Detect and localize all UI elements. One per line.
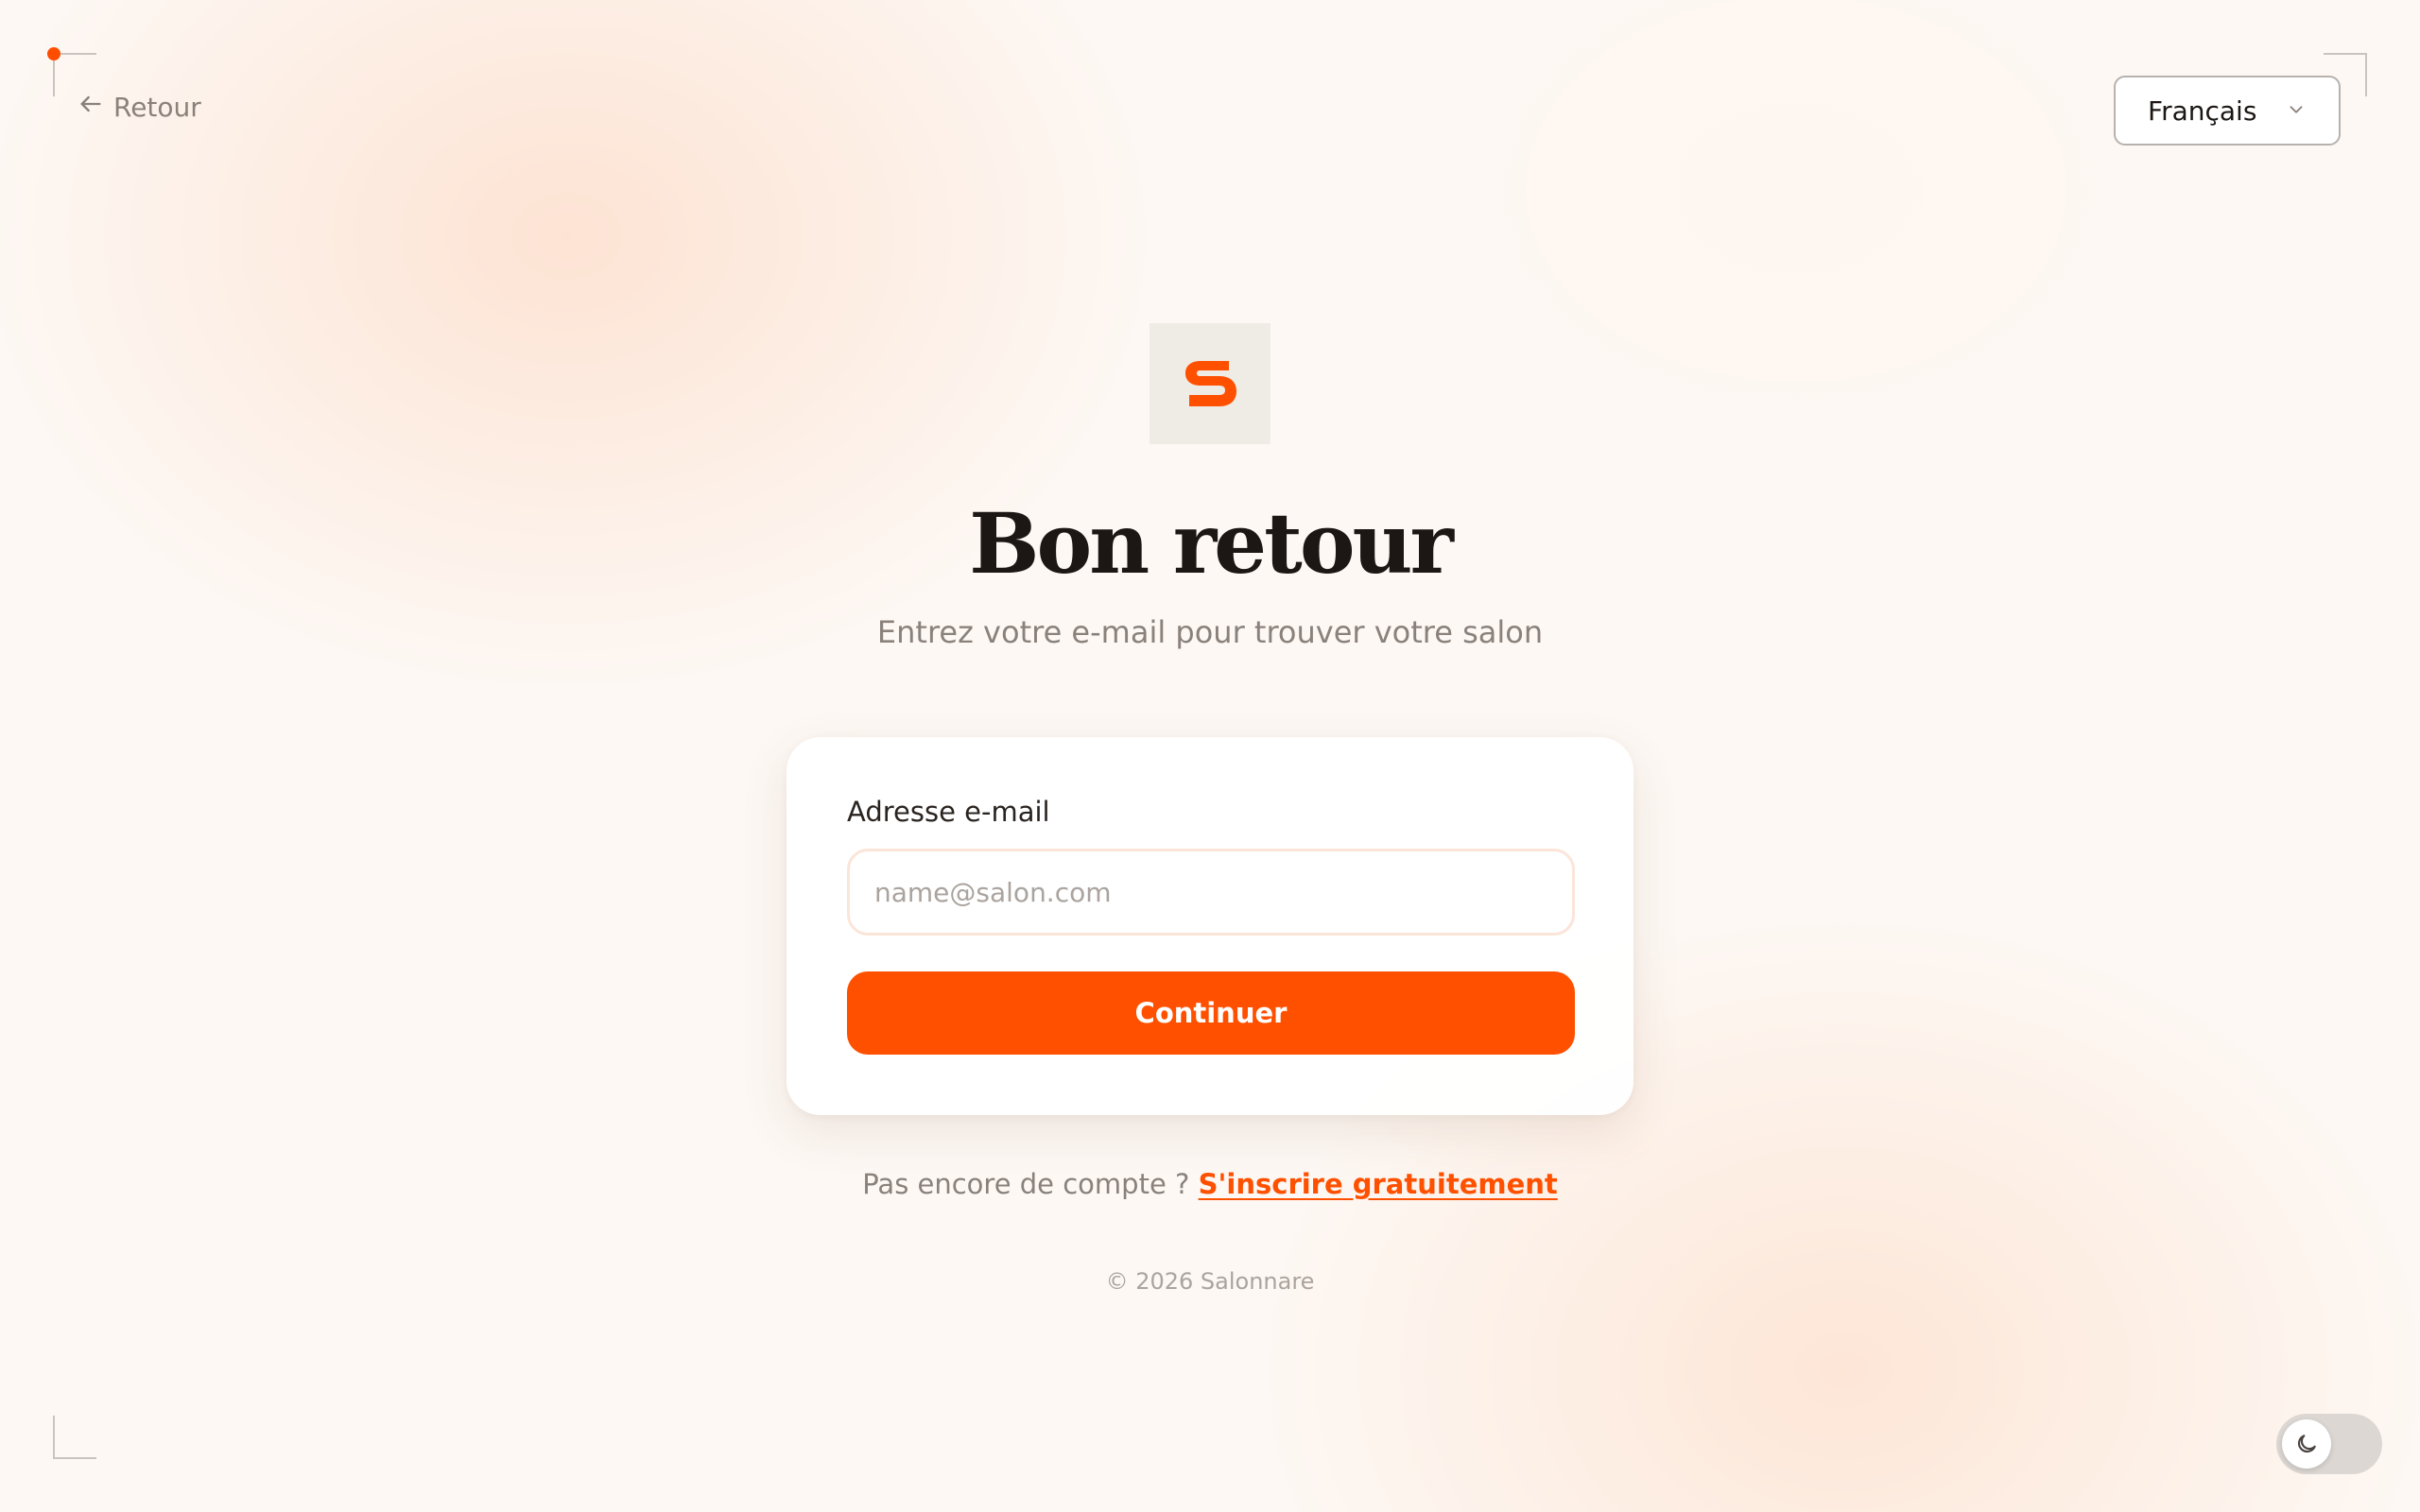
moon-icon <box>2297 1435 2316 1453</box>
brand-logo <box>1150 323 1270 444</box>
corner-accent-dot <box>47 47 60 60</box>
signup-link[interactable]: S'inscrire gratuitement <box>1199 1168 1558 1200</box>
chevron-down-icon <box>2286 95 2307 127</box>
brand-s-icon <box>1185 361 1236 406</box>
back-link[interactable]: Retour <box>78 91 201 124</box>
login-card: Adresse e-mail Continuer <box>786 737 1634 1115</box>
continue-button[interactable]: Continuer <box>847 971 1575 1055</box>
arrow-left-icon <box>78 91 104 124</box>
theme-toggle[interactable] <box>2276 1414 2382 1474</box>
page-subtitle: Entrez votre e-mail pour trouver votre s… <box>876 614 1544 650</box>
language-select-value: Français <box>2148 94 2257 127</box>
theme-toggle-knob[interactable] <box>2282 1419 2331 1469</box>
email-field[interactable] <box>847 849 1575 936</box>
signup-prompt-line: Pas encore de compte ? S'inscrire gratui… <box>0 1168 2420 1200</box>
email-field-label: Adresse e-mail <box>847 796 1050 828</box>
back-link-label: Retour <box>113 92 201 123</box>
page-title: Bon retour <box>969 494 1454 593</box>
signup-prompt: Pas encore de compte ? <box>862 1168 1190 1200</box>
corner-bracket-bottom-left <box>53 1416 96 1459</box>
copyright-text: © 2026 Salonnare <box>1105 1268 1315 1295</box>
language-select[interactable]: Français <box>2114 76 2341 146</box>
